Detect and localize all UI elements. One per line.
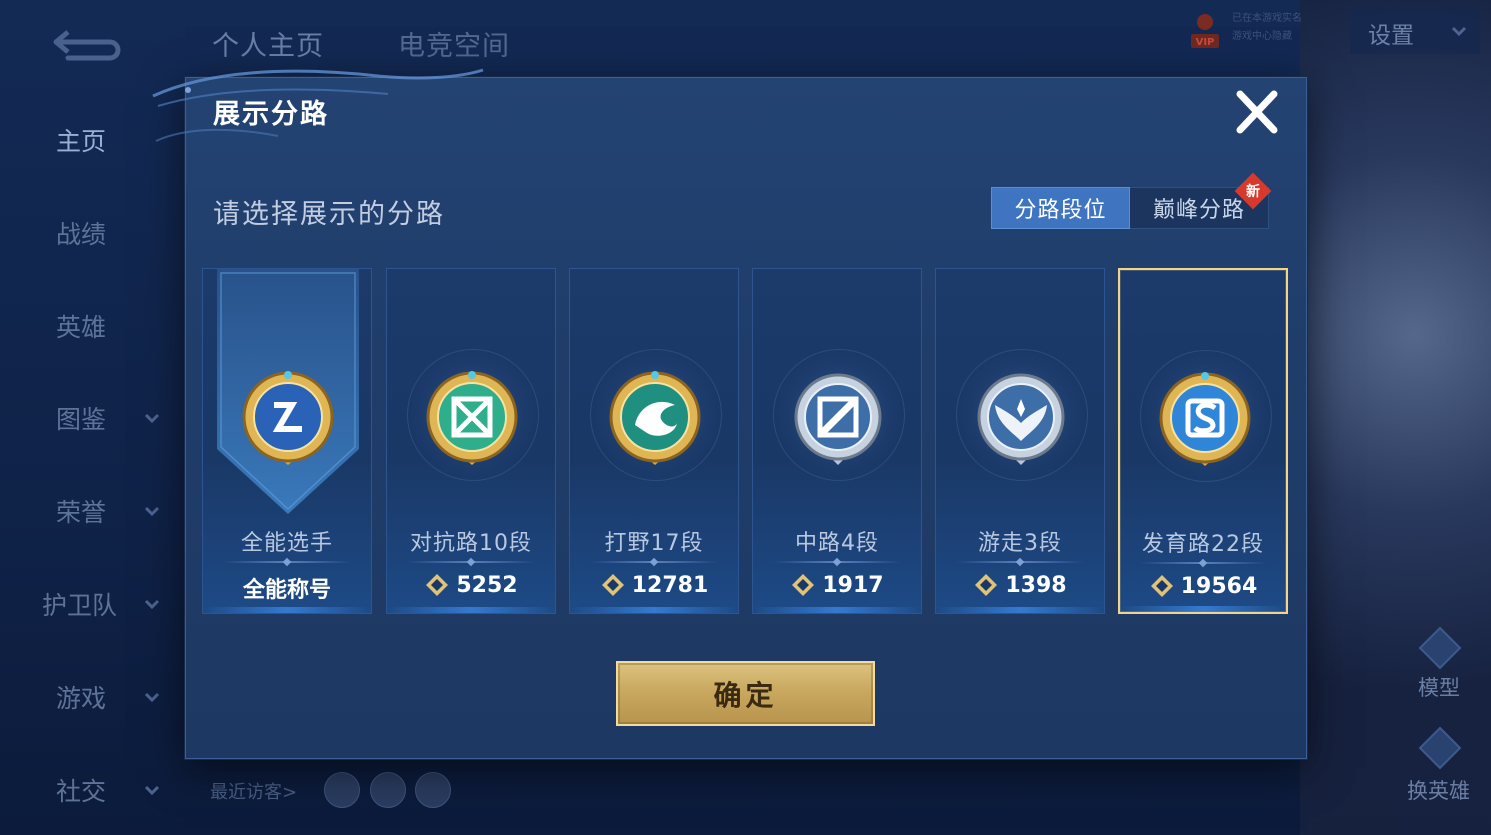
vip-icon[interactable]: VIP [1187,10,1223,52]
sidebar-item-collection[interactable]: 图鉴 [0,388,180,448]
realname-status[interactable]: 已在本游戏实名 游戏中心隐藏 [1232,10,1332,50]
lane-card-mid[interactable]: 中路4段 1917 [752,268,922,614]
card-glow [753,607,921,613]
model-label[interactable]: 模型 [1418,672,1460,702]
divider [407,557,535,567]
lane-name: 对抗路10段 [410,531,532,556]
sidebar-item-label: 主页 [56,127,107,156]
mid-lane-emblem-icon [794,373,882,465]
clash-lane-emblem-icon [426,371,518,465]
chevron-down-icon [144,413,160,424]
card-glow [1120,606,1286,612]
lane-name: 发育路22段 [1142,532,1264,557]
lane-score: 5252 [387,572,555,598]
sidebar-item-heroes[interactable]: 英雄 [0,296,180,356]
roam-wings-emblem-icon [977,373,1065,465]
hero-background-art [1300,0,1491,835]
lane-name: 游走3段 [978,531,1062,556]
switch-hero-label[interactable]: 换英雄 [1407,775,1470,805]
visitor-avatar[interactable] [324,772,360,808]
divider [956,557,1084,567]
lane-card-farm[interactable]: 发育路22段 19564 [1118,268,1288,614]
peak-points-icon [601,574,624,596]
lane-score: 1398 [936,572,1104,598]
settings-button[interactable]: 设置 [1350,8,1480,54]
sidebar-item-label: 社交 [56,777,107,806]
sidebar-item-label: 荣誉 [56,498,107,527]
realname-line-2: 游戏中心隐藏 [1232,31,1292,42]
jungle-dragon-emblem-icon [609,371,701,465]
back-arrow-icon[interactable] [48,24,124,64]
sidebar-item-label: 英雄 [56,313,107,342]
lane-card-jungle[interactable]: 打野17段 12781 [569,268,739,614]
chevron-down-icon [144,599,160,610]
all-round-emblem-icon [242,371,334,465]
settings-label: 设置 [1368,23,1414,49]
peak-points-icon [1150,575,1173,597]
switch-hero-icon[interactable] [1418,726,1462,770]
lane-value: 19564 [1180,573,1258,599]
lane-value: 全能称号 [242,578,331,603]
lane-score: 19564 [1120,573,1286,599]
peak-points-icon [792,574,815,596]
sidebar-item-records[interactable]: 战绩 [0,203,180,263]
sidebar-item-label: 战绩 [56,220,107,249]
farm-lane-emblem-icon [1159,372,1251,466]
new-badge-label: 新 [1246,184,1260,200]
sidebar-item-label: 图鉴 [56,405,107,434]
lane-card-roam[interactable]: 游走3段 1398 [935,268,1105,614]
lane-score: 12781 [570,572,738,598]
card-glow [936,607,1104,613]
lane-value: 1917 [822,572,884,598]
lane-score: 1917 [753,572,921,598]
card-glow [387,607,555,613]
chevron-down-icon [144,506,160,517]
select-lane-prompt: 请选择展示的分路 [213,199,445,230]
lane-title-label: 全能称号 [203,572,371,604]
sidebar-item-honors[interactable]: 荣誉 [0,481,180,541]
lane-value: 1398 [1005,572,1067,598]
tab-esports-space[interactable]: 电竞空间 [398,24,510,63]
visitor-avatar[interactable] [370,772,406,808]
lane-card-clash[interactable]: 对抗路10段 5252 [386,268,556,614]
peak-points-icon [426,574,449,596]
tab-lane-rank[interactable]: 分路段位 [991,187,1130,229]
sidebar-item-guard-team[interactable]: 护卫队 [0,574,180,634]
peak-points-icon [975,574,998,596]
sidebar-item-label: 护卫队 [42,591,118,620]
sidebar-item-label: 游戏 [56,684,107,713]
lane-name: 打野17段 [604,531,704,556]
divider [590,557,718,567]
lane-card-all-round[interactable]: 全能选手 全能称号 [202,268,372,614]
divider [1140,558,1266,568]
lane-type-segmented-control: 分路段位 巅峰分路 [991,187,1269,229]
divider [223,557,351,567]
close-icon[interactable] [1232,88,1282,136]
recent-visitors-link[interactable]: 最近访客> [210,778,297,804]
divider [773,557,901,567]
lane-value: 12781 [631,572,709,598]
model-icon[interactable] [1418,626,1462,670]
svg-text:VIP: VIP [1196,37,1215,48]
realname-line-1: 已在本游戏实名 [1232,13,1302,24]
dialog-title: 展示分路 [213,99,329,130]
lane-name: 中路4段 [795,531,879,556]
visitor-avatar[interactable] [415,772,451,808]
lane-name: 全能选手 [240,531,333,556]
confirm-button[interactable]: 确定 [616,661,875,726]
sidebar-item-social[interactable]: 社交 [0,760,180,820]
chevron-down-icon [144,785,160,796]
lane-value: 5252 [456,572,518,598]
card-glow [203,607,371,613]
chevron-down-icon [144,692,160,703]
card-glow [570,607,738,613]
chevron-down-icon [1451,26,1467,37]
sidebar-item-games[interactable]: 游戏 [0,667,180,727]
tab-personal-home[interactable]: 个人主页 [212,24,324,63]
